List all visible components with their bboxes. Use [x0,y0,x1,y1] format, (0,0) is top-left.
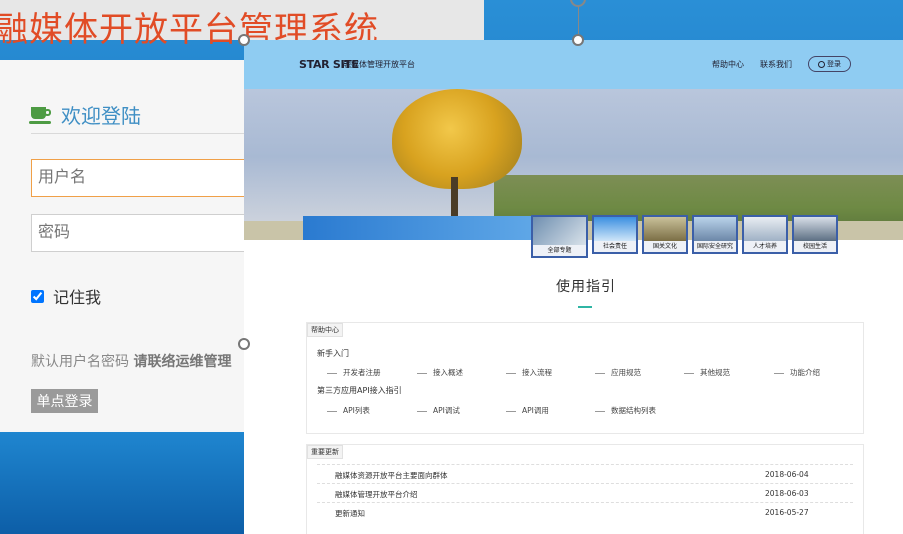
password-input[interactable] [31,214,244,252]
help-link[interactable]: 功能介绍 [774,367,820,378]
news-title: 更新通知 [335,509,365,518]
banner-blue-bar [303,216,533,240]
category-label: 全部专题 [533,245,586,256]
category-tile[interactable]: 国关文化 [642,215,688,254]
section-title: 第三方应用API接入指引 [317,386,402,395]
welcome-title: 欢迎登陆 [61,104,141,128]
website-preview: STAR SITE 融媒体管理开放平台 帮助中心 联系我们 登录 全部专题 社会… [244,40,903,534]
divider [31,133,244,134]
coffee-cup-icon [29,106,51,124]
category-strip: 全部专题 社会责任 国关文化 国际安全研究 人才培养 校园生活 [531,215,838,258]
login-panel: 欢迎登陆 记住我 默认用户名密码 请联络运维管理 单点登录 [0,60,244,432]
sso-login-button[interactable]: 单点登录 [31,389,98,413]
hint-prefix: 默认用户名密码 [31,354,134,370]
help-link[interactable]: 接入流程 [506,367,552,378]
help-link[interactable]: 接入概述 [417,367,463,378]
section-title: 新手入门 [317,349,349,358]
category-label: 人才培养 [744,241,786,252]
help-link[interactable]: 开发者注册 [327,367,381,378]
help-link[interactable]: API列表 [327,405,370,416]
user-icon [818,60,825,68]
category-label: 国关文化 [644,241,686,252]
remember-checkbox[interactable] [31,289,44,303]
category-tile[interactable]: 全部专题 [531,215,588,258]
default-credentials-hint: 默认用户名密码 请联络运维管理 [31,351,231,371]
resize-handle-top-center[interactable] [572,34,584,46]
news-date: 2016-05-27 [765,508,809,517]
news-title: 融媒体资源开放平台主要面向群体 [335,471,448,480]
news-row[interactable]: 更新通知 2016-05-27 [317,502,853,521]
help-link[interactable]: 应用规范 [595,367,641,378]
remember-me[interactable]: 记住我 [31,284,101,308]
tree-crown [392,89,522,189]
help-link[interactable]: 其他规范 [684,367,730,378]
help-center-panel: 帮助中心 新手入门 开发者注册 接入概述 接入流程 应用规范 其他规范 功能介绍… [306,322,864,434]
rotate-handle-stem [578,6,579,34]
help-link[interactable]: 数据结构列表 [595,405,656,416]
news-tag: 重要更新 [307,445,343,459]
site-login-label: 登录 [827,60,841,68]
login-header: 欢迎登陆 [29,100,141,129]
desktop-bottom-band [0,432,244,534]
resize-handle-top-left[interactable] [238,34,250,46]
category-tile[interactable]: 校园生活 [792,215,838,254]
news-date: 2018-06-04 [765,470,809,479]
nav-contact-us[interactable]: 联系我们 [760,59,792,70]
username-input[interactable] [31,159,244,197]
site-header: STAR SITE 融媒体管理开放平台 帮助中心 联系我们 登录 [244,40,903,89]
news-row[interactable]: 融媒体资源开放平台主要面向群体 2018-06-04 [317,464,853,483]
site-login-button[interactable]: 登录 [808,56,851,72]
guide-title: 使用指引 [556,279,616,295]
important-updates-panel: 重要更新 融媒体资源开放平台主要面向群体 2018-06-04 融媒体管理开放平… [306,444,864,534]
category-label: 校园生活 [794,241,836,252]
news-row[interactable]: 融媒体管理开放平台介绍 2018-06-03 [317,483,853,502]
guide-underline [578,306,592,308]
help-tag: 帮助中心 [307,323,343,337]
category-label: 社会责任 [594,241,636,252]
help-link[interactable]: API调用 [506,405,549,416]
hint-strong: 请联络运维管理 [133,354,232,370]
news-title: 融媒体管理开放平台介绍 [335,490,418,499]
news-date: 2018-06-03 [765,489,809,498]
category-tile[interactable]: 人才培养 [742,215,788,254]
remember-label: 记住我 [53,288,102,307]
nav-help-center[interactable]: 帮助中心 [712,59,744,70]
resize-handle-middle-left[interactable] [238,338,250,350]
help-link[interactable]: API调试 [417,405,460,416]
category-tile[interactable]: 国际安全研究 [692,215,738,254]
site-logo-subtitle: 融媒体管理开放平台 [343,60,415,69]
category-tile[interactable]: 社会责任 [592,215,638,254]
category-label: 国际安全研究 [694,241,736,252]
